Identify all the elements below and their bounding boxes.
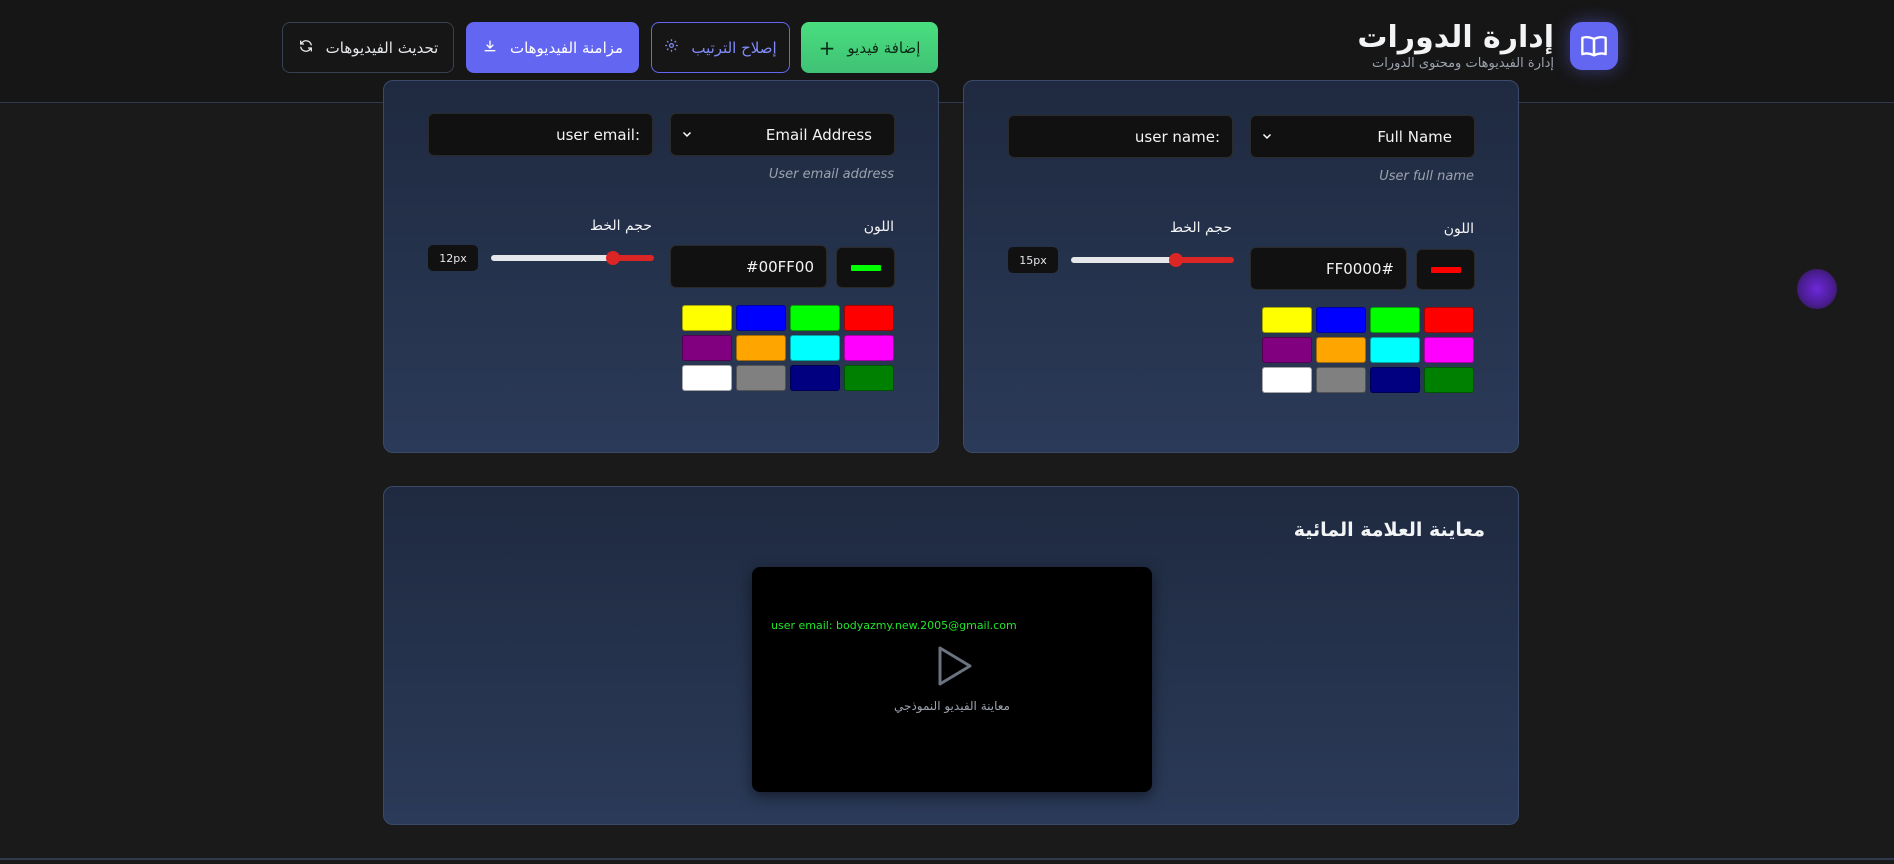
palette-swatch-gray[interactable]: [1316, 367, 1366, 393]
color-palette: [1262, 307, 1474, 393]
palette-swatch-navy[interactable]: [790, 365, 840, 391]
top-header: إدارة الدورات إدارة الفيديوهات ومحتوى ال…: [0, 0, 1894, 103]
chevron-down-icon: [1261, 128, 1273, 146]
color-palette: [682, 305, 894, 391]
fix-order-label: إصلاح الترتيب: [691, 38, 777, 57]
sync-videos-label: مزامنة الفيديوهات: [509, 38, 624, 57]
color-hex-value: #00FF00: [746, 257, 814, 276]
font-size-slider-thumb[interactable]: [606, 251, 620, 265]
palette-swatch-purple[interactable]: [1262, 337, 1312, 363]
sync-videos-button[interactable]: مزامنة الفيديوهات: [466, 22, 639, 73]
field-hint: User email address: [768, 167, 894, 182]
font-size-label: حجم الخط: [1170, 220, 1232, 236]
field-select-value: Full Name: [1377, 127, 1452, 146]
palette-swatch-blue[interactable]: [1316, 307, 1366, 333]
watermark-card-name: Full Name user name: User full name اللو…: [963, 80, 1519, 453]
watermark-preview-card: معاينة العلامة المائية user email: bodya…: [383, 486, 1519, 825]
preview-video[interactable]: user email: bodyazmy.new.2005@gmail.com …: [752, 567, 1152, 792]
palette-swatch-green[interactable]: [1424, 367, 1474, 393]
fix-order-button[interactable]: إصلاح الترتيب: [651, 22, 790, 73]
brand: إدارة الدورات إدارة الفيديوهات ومحتوى ال…: [1357, 20, 1618, 72]
watermark-overlay-text: user email: bodyazmy.new.2005@gmail.com: [771, 619, 1017, 632]
font-size-slider-thumb[interactable]: [1169, 253, 1183, 267]
palette-swatch-lime[interactable]: [790, 305, 840, 331]
watermark-text-input[interactable]: user name:: [1008, 115, 1233, 158]
play-icon[interactable]: [934, 644, 974, 692]
palette-swatch-white[interactable]: [1262, 367, 1312, 393]
color-label: اللون: [1443, 221, 1474, 237]
palette-swatch-red[interactable]: [1424, 307, 1474, 333]
field-hint: User full name: [1379, 169, 1474, 184]
color-preview-swatch: [1430, 266, 1461, 273]
palette-swatch-white[interactable]: [682, 365, 732, 391]
font-size-slider[interactable]: [491, 255, 654, 261]
plus-icon: +: [818, 35, 836, 60]
footer-divider: [0, 858, 1894, 860]
gear-icon: [664, 38, 679, 57]
palette-swatch-gray[interactable]: [736, 365, 786, 391]
preview-title: معاينة العلامة المائية: [1293, 519, 1485, 541]
color-label: اللون: [863, 219, 894, 235]
palette-swatch-green[interactable]: [844, 365, 894, 391]
watermark-card-email: Email Address user email: User email add…: [383, 80, 939, 453]
app-subtitle: إدارة الفيديوهات ومحتوى الدورات: [1371, 56, 1554, 71]
palette-swatch-yellow[interactable]: [682, 305, 732, 331]
palette-swatch-yellow[interactable]: [1262, 307, 1312, 333]
refresh-videos-button[interactable]: تحديث الفيديوهات: [282, 22, 454, 73]
font-size-slider[interactable]: [1071, 257, 1234, 263]
palette-swatch-cyan[interactable]: [1370, 337, 1420, 363]
palette-swatch-orange[interactable]: [1316, 337, 1366, 363]
color-hex-input[interactable]: FF0000#: [1250, 247, 1407, 290]
color-preview-swatch: [850, 264, 881, 271]
palette-swatch-magenta[interactable]: [844, 335, 894, 361]
field-select-name[interactable]: Full Name: [1250, 115, 1475, 158]
video-caption: معاينة الفيديو النموذجي: [894, 699, 1010, 713]
font-size-value: 15px: [1008, 247, 1058, 273]
chevron-down-icon: [681, 126, 693, 144]
download-icon: [482, 38, 498, 58]
font-size-value: 12px: [428, 245, 478, 271]
color-picker-button[interactable]: [836, 247, 895, 288]
palette-swatch-blue[interactable]: [736, 305, 786, 331]
font-size-label: حجم الخط: [590, 218, 652, 234]
palette-swatch-magenta[interactable]: [1424, 337, 1474, 363]
color-hex-input[interactable]: #00FF00: [670, 245, 827, 288]
color-hex-value: FF0000#: [1326, 259, 1394, 278]
palette-swatch-navy[interactable]: [1370, 367, 1420, 393]
app-title: إدارة الدورات: [1357, 20, 1554, 55]
palette-swatch-purple[interactable]: [682, 335, 732, 361]
palette-swatch-red[interactable]: [844, 305, 894, 331]
field-select-value: Email Address: [765, 125, 872, 144]
watermark-text-value: user name:: [1134, 127, 1220, 146]
color-picker-button[interactable]: [1416, 249, 1475, 290]
watermark-text-value: user email:: [556, 125, 640, 144]
book-open-icon: [1570, 22, 1618, 70]
add-video-button[interactable]: إضافة فيديو +: [801, 22, 938, 73]
floating-orb: [1797, 269, 1837, 309]
field-select-email[interactable]: Email Address: [670, 113, 895, 156]
refresh-videos-label: تحديث الفيديوهات: [325, 38, 439, 57]
refresh-icon: [298, 38, 314, 58]
watermark-text-input[interactable]: user email:: [428, 113, 653, 156]
palette-swatch-lime[interactable]: [1370, 307, 1420, 333]
palette-swatch-cyan[interactable]: [790, 335, 840, 361]
add-video-label: إضافة فيديو: [847, 38, 921, 57]
palette-swatch-orange[interactable]: [736, 335, 786, 361]
